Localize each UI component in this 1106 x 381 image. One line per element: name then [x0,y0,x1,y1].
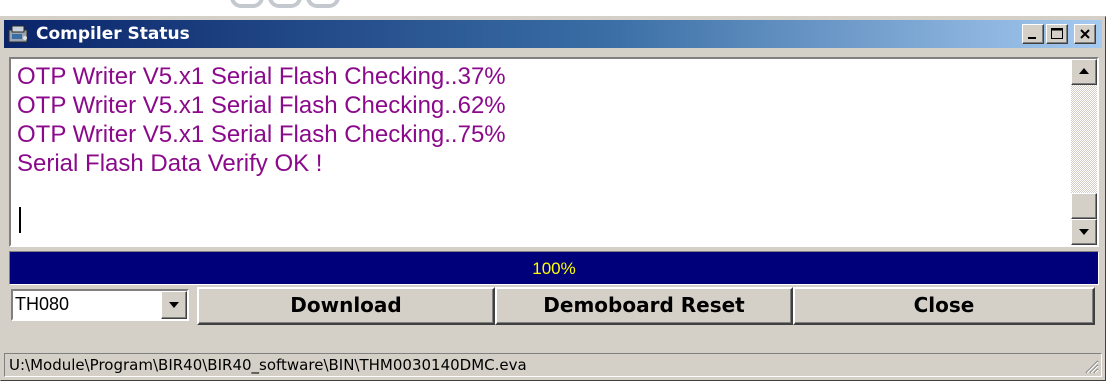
device-select[interactable]: TH080 [11,289,189,321]
minimize-icon [1028,37,1036,39]
background-window-edge [0,0,1106,16]
close-window-button[interactable] [1074,24,1096,44]
log-line: Serial Flash Data Verify OK ! [17,150,323,177]
maximize-button[interactable] [1046,24,1068,44]
scroll-thumb[interactable] [1071,193,1097,219]
log-scrollbar[interactable] [1071,59,1097,245]
compiler-app-icon [8,25,28,43]
demoboard-reset-button[interactable]: Demoboard Reset [495,287,793,325]
log-line: OTP Writer V5.x1 Serial Flash Checking..… [17,63,506,90]
dropdown-button[interactable] [161,291,187,319]
download-button[interactable]: Download [197,287,495,325]
down-arrow-icon [1079,229,1089,235]
background-logo [230,0,350,8]
title-bar[interactable]: Compiler Status [4,20,1102,48]
log-line: OTP Writer V5.x1 Serial Flash Checking..… [17,92,506,119]
progress-label: 100% [532,259,576,278]
log-line: OTP Writer V5.x1 Serial Flash Checking..… [17,121,506,148]
device-select-value: TH080 [15,294,70,314]
close-icon [1080,29,1090,39]
up-arrow-icon [1079,68,1089,74]
text-caret [19,207,21,233]
resize-grip-icon[interactable] [1081,356,1099,374]
scroll-up-button[interactable] [1071,59,1097,85]
window-title: Compiler Status [36,24,190,44]
scroll-down-button[interactable] [1071,219,1097,245]
status-file-path: U:\Module\Program\BIR40\BIR40_software\B… [9,356,527,374]
status-bar: U:\Module\Program\BIR40\BIR40_software\B… [4,353,1102,377]
close-button[interactable]: Close [793,287,1095,325]
minimize-button[interactable] [1022,24,1044,44]
chevron-down-icon [169,302,179,308]
log-lines: OTP Writer V5.x1 Serial Flash Checking..… [17,62,506,178]
compiler-status-window: Compiler Status OTP Writer V5.x1 Serial … [0,16,1106,381]
log-output[interactable]: OTP Writer V5.x1 Serial Flash Checking..… [9,57,1099,247]
progress-bar: 100% [9,251,1099,285]
maximize-icon [1051,28,1063,39]
